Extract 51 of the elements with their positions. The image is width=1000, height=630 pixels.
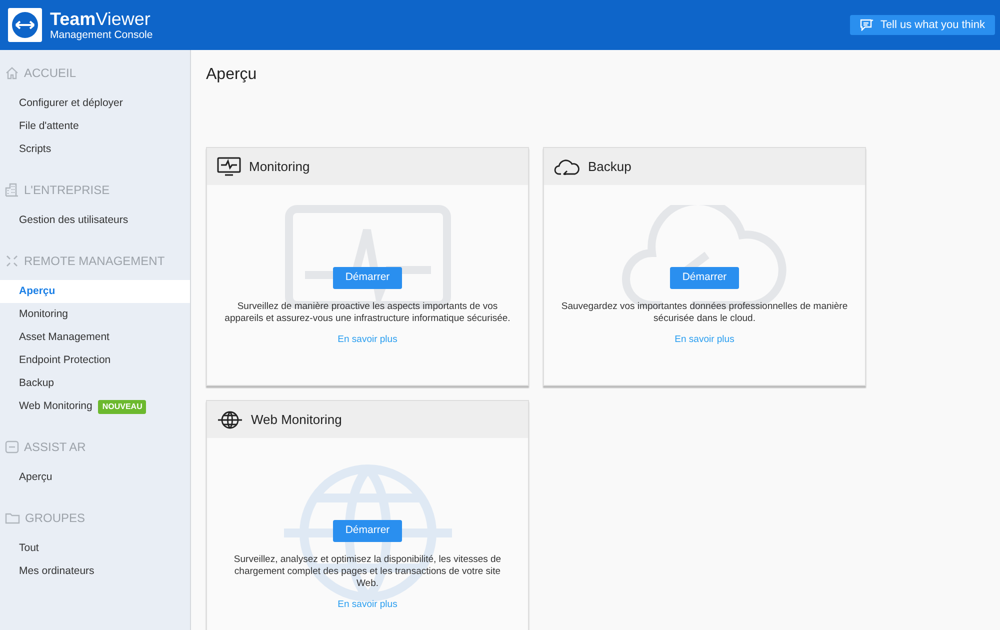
arrows-icon — [5, 254, 19, 268]
section-heading: REMOTE MANAGEMENT — [24, 253, 165, 270]
building-icon — [5, 183, 19, 197]
sidebar-item[interactable]: Web Monitoring NOUVEAU — [0, 395, 190, 418]
item-label: File d'attente — [19, 118, 79, 134]
globe-icon — [217, 410, 243, 430]
card-title: Monitoring — [249, 158, 310, 176]
sidebar-item[interactable]: Aperçu — [0, 280, 190, 303]
item-label: Scripts — [19, 142, 52, 157]
feedback-icon — [860, 19, 874, 31]
item-label: Monitoring — [19, 306, 68, 322]
logo-title: TeamViewer — [50, 10, 152, 28]
sidebar-item[interactable]: Endpoint Protection — [0, 349, 190, 372]
item-label: Web Monitoring — [19, 398, 92, 414]
sidebar-item[interactable]: Mes ordinateurs — [0, 560, 190, 583]
sidebar-item[interactable]: Asset Management — [0, 326, 190, 349]
monitor-icon — [217, 156, 241, 176]
item-label: Configurer et déployer — [19, 96, 123, 111]
item-label: Endpoint Protection — [19, 352, 111, 368]
sidebar-item[interactable]: Gestion des utilisateurs — [0, 209, 190, 232]
item-label: Tout — [19, 540, 39, 556]
device-icon — [5, 440, 19, 454]
sidebar-item[interactable]: Tout — [0, 537, 190, 560]
item-label: Asset Management — [19, 330, 110, 345]
card-description: Sauvegardez vos importantes données professionnelles de manière sécurisée dans le cloud. — [560, 301, 849, 325]
item-label: Gestion des utilisateurs — [19, 212, 128, 228]
card-description: Surveillez de manière proactive les aspects importants de vos appareils et assurez-vous une infrastructure informatique sécurisée. — [224, 301, 512, 325]
card-title: Backup — [588, 158, 632, 176]
item-label: Aperçu — [19, 284, 56, 299]
item-label: Mes ordinateurs — [19, 564, 94, 579]
sidebar-item[interactable]: Backup — [0, 372, 190, 395]
item-label: Backup — [19, 376, 54, 391]
sidebar-item[interactable]: Scripts — [0, 138, 190, 161]
item-label: Aperçu — [19, 470, 52, 485]
section-heading: ACCUEIL — [24, 65, 76, 82]
sidebar-item[interactable]: Configurer et déployer — [0, 92, 190, 115]
sidebar-item[interactable]: Aperçu — [0, 466, 190, 489]
section-heading: ASSIST AR — [24, 439, 86, 456]
card-description: Surveillez, analysez et optimisez la disponibilité, les vitesses de chargement complet des pages et les transactions de votre site Web. — [232, 554, 502, 590]
cloud-icon — [554, 158, 580, 174]
folder-icon — [5, 511, 20, 525]
new-badge: NOUVEAU — [98, 400, 146, 414]
card-title: Web Monitoring — [251, 410, 342, 429]
home-icon — [5, 66, 19, 80]
sidebar-item[interactable]: File d'attente — [0, 115, 190, 138]
logo-icon — [8, 8, 42, 42]
page-title: Aperçu — [206, 65, 258, 85]
section-heading: GROUPES — [25, 510, 86, 527]
sidebar-item[interactable]: Monitoring — [0, 303, 190, 326]
logo-subtitle: Management Console — [50, 30, 153, 40]
section-heading: L'ENTREPRISE — [24, 182, 110, 199]
